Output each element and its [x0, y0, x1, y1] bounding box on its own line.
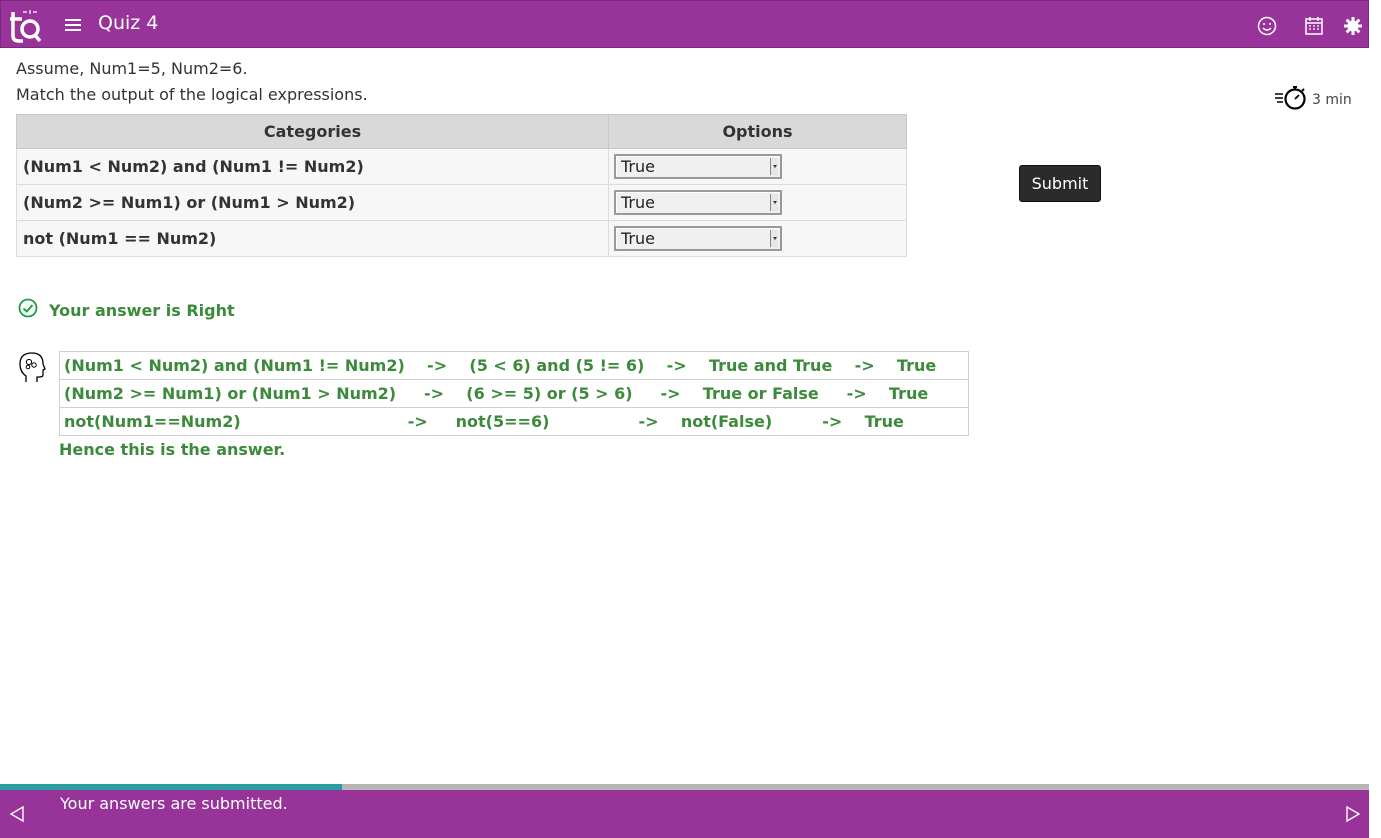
explanation-row: not(Num1==Num2) -> not(5==6) -> not(Fals… — [59, 407, 969, 436]
gear-icon[interactable] — [1342, 15, 1364, 37]
check-circle-icon — [18, 298, 38, 322]
timer: 3 min — [1274, 84, 1352, 116]
timer-label: 3 min — [1312, 92, 1352, 108]
table-row: (Num2 >= Num1) or (Num1 > Num2) -> (6 >=… — [59, 379, 969, 408]
chevron-down-icon — [770, 230, 778, 247]
top-bar: Quiz 4 — [0, 0, 1369, 48]
question-assumption: Assume, Num1=5, Num2=6. — [16, 59, 248, 78]
explanation-conclusion: Hence this is the answer. — [59, 440, 286, 459]
result-text: Your answer is Right — [49, 300, 235, 320]
stopwatch-icon — [1274, 84, 1308, 116]
explanation-row: (Num2 >= Num1) or (Num1 > Num2) -> (6 >=… — [59, 379, 969, 408]
question-instruction: Match the output of the logical expressi… — [16, 85, 368, 104]
category-cell: (Num1 < Num2) and (Num1 != Num2) — [16, 148, 609, 185]
submit-button[interactable]: Submit — [1019, 165, 1101, 202]
previous-arrow-icon[interactable] — [8, 804, 28, 824]
category-cell: not (Num1 == Num2) — [16, 220, 609, 257]
result-message: Your answer is Right — [18, 298, 235, 322]
table-row: not(Num1==Num2) -> not(5==6) -> not(Fals… — [59, 407, 969, 436]
option-select-2[interactable]: True — [614, 190, 782, 215]
footer-message: Your answers are submitted. — [60, 794, 288, 813]
calendar-icon[interactable] — [1303, 15, 1325, 37]
chevron-down-icon — [770, 158, 778, 175]
selected-value: True — [621, 157, 655, 176]
logo-icon — [9, 8, 43, 44]
table-row: not (Num1 == Num2) True — [16, 220, 907, 257]
matching-table: Categories Options (Num1 < Num2) and (Nu… — [16, 114, 907, 257]
table-row: (Num2 >= Num1) or (Num1 > Num2) True — [16, 184, 907, 221]
thinking-head-icon — [18, 351, 46, 383]
table-row: (Num1 < Num2) and (Num1 != Num2) -> (5 <… — [59, 351, 969, 380]
explanation-row: (Num1 < Num2) and (Num1 != Num2) -> (5 <… — [59, 351, 969, 380]
chevron-down-icon — [770, 194, 778, 211]
bottom-bar: Your answers are submitted. — [0, 790, 1369, 838]
selected-value: True — [621, 193, 655, 212]
hamburger-menu-icon[interactable] — [63, 16, 83, 34]
header-categories: Categories — [16, 114, 609, 149]
explanation-table: (Num1 < Num2) and (Num1 != Num2) -> (5 <… — [59, 351, 969, 436]
option-select-1[interactable]: True — [614, 154, 782, 179]
smiley-icon[interactable] — [1256, 15, 1278, 37]
option-select-3[interactable]: True — [614, 226, 782, 251]
next-arrow-icon[interactable] — [1342, 804, 1362, 824]
category-cell: (Num2 >= Num1) or (Num1 > Num2) — [16, 184, 609, 221]
table-row: (Num1 < Num2) and (Num1 != Num2) True — [16, 148, 907, 185]
header-options: Options — [608, 114, 907, 149]
page-title: Quiz 4 — [98, 12, 159, 34]
selected-value: True — [621, 229, 655, 248]
